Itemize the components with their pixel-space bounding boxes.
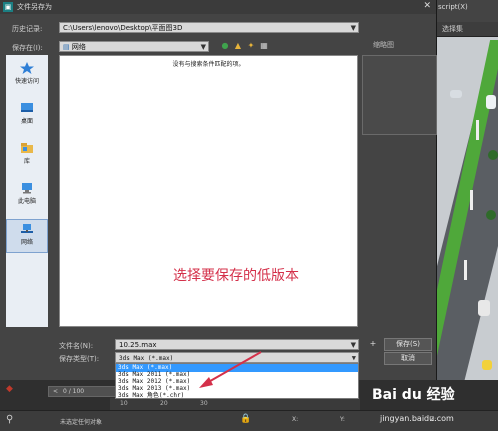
scene-viewport[interactable]: script(X) 选择集 (436, 0, 498, 388)
ruler-tick: 30 (200, 400, 208, 407)
x-coord-label: X: (292, 416, 299, 423)
network-small-icon: ▤ (63, 43, 72, 51)
menu-bar-fragment: script(X) (436, 0, 498, 23)
place-label: 库 (23, 158, 30, 165)
filetype-label: 保存类型(T): (59, 355, 100, 363)
app-icon: ▣ (3, 2, 13, 12)
chevron-down-icon[interactable]: ▼ (351, 340, 356, 351)
thumbnail-label: 缩略图 (373, 41, 394, 49)
status-text: 未选定任何对象 (60, 419, 103, 426)
filetype-value: 3ds Max (*.max) (119, 355, 174, 362)
ruler-tick: 10 (120, 400, 128, 407)
desktop-icon (21, 103, 33, 112)
view-menu-icon[interactable]: ▦ (259, 41, 269, 51)
menu-script[interactable]: script(X) (438, 3, 468, 11)
car-model (482, 360, 492, 370)
place-desktop[interactable]: 桌面 (6, 99, 48, 131)
dialog-title: 文件另存为 (17, 3, 52, 11)
lane-marking (464, 260, 467, 280)
computer-icon (22, 183, 32, 194)
save-in-label: 保存在(I): (12, 44, 43, 52)
save-in-combobox[interactable]: ▤ 网络 ▼ (59, 41, 209, 52)
place-label: 网络 (20, 239, 33, 246)
place-quick-access[interactable]: 快速访问 (6, 59, 48, 91)
history-value: C:\Users\lenovo\Desktop\平面图3D (63, 24, 183, 32)
dialog-titlebar[interactable]: ▣ 文件另存为 ✕ (0, 0, 436, 14)
library-icon (21, 143, 33, 153)
ruler-tick: 20 (160, 400, 168, 407)
toolbar-fragment: 选择集 (436, 22, 498, 37)
key-icon[interactable]: ◆ (6, 384, 13, 394)
tree-model (486, 210, 496, 220)
car-model (478, 300, 490, 316)
annotation-text: 选择要保存的低版本 (173, 268, 299, 284)
save-as-dialog: ▣ 文件另存为 ✕ 历史记录: C:\Users\lenovo\Desktop\… (0, 0, 437, 380)
back-icon[interactable]: ● (220, 41, 230, 51)
chevron-down-icon[interactable]: ▼ (201, 42, 206, 53)
increment-button[interactable]: + (368, 339, 378, 349)
time-slider-arrow-icon: < (53, 388, 59, 395)
car-model (450, 90, 462, 98)
maxscript-icon[interactable]: ⚲ (6, 414, 13, 425)
watermark-url: jingyan.baidu.com (380, 414, 454, 423)
chevron-down-icon[interactable]: ▼ (351, 23, 356, 34)
tree-model (488, 150, 498, 160)
network-icon (21, 224, 33, 233)
thumbnail-preview (362, 55, 437, 135)
time-slider[interactable]: < 0 / 100 (48, 386, 118, 397)
place-label: 桌面 (20, 118, 33, 125)
place-library[interactable]: 库 (6, 139, 48, 171)
place-label: 此电脑 (17, 198, 36, 205)
up-folder-icon[interactable]: ▲ (233, 41, 243, 51)
baidu-logo: Bai du 经验 (372, 387, 455, 403)
annotation-arrow-icon (199, 351, 262, 388)
filetype-option[interactable]: 3ds Max 角色(*.chr) (116, 392, 358, 400)
lock-icon[interactable]: 🔒 (240, 414, 251, 424)
filename-label: 文件名(N): (59, 342, 94, 350)
place-this-pc[interactable]: 此电脑 (6, 179, 48, 211)
lane-marking (470, 190, 473, 210)
place-network[interactable]: 网络 (6, 219, 48, 253)
place-label: 快速访问 (14, 78, 39, 85)
empty-message: 没有与搜索条件匹配的项。 (172, 61, 245, 68)
y-coord-label: Y: (340, 416, 345, 423)
history-combobox[interactable]: C:\Users\lenovo\Desktop\平面图3D ▼ (59, 22, 359, 33)
selection-set-field[interactable]: 选择集 (442, 24, 463, 34)
places-bar: 快速访问 桌面 库 此电脑 网络 (6, 55, 48, 327)
cancel-button[interactable]: 取消 (384, 352, 432, 365)
history-label: 历史记录: (12, 25, 43, 33)
filename-value: 10.25.max (119, 341, 157, 349)
save-in-value: 网络 (71, 43, 86, 51)
star-icon (20, 62, 34, 74)
file-list[interactable]: 没有与搜索条件匹配的项。 (59, 55, 358, 327)
save-button[interactable]: 保存(S) (384, 338, 432, 351)
close-icon[interactable]: ✕ (423, 1, 431, 11)
car-model (486, 95, 496, 109)
frame-range: 0 / 100 (63, 388, 85, 395)
filename-input[interactable]: 10.25.max ▼ (115, 339, 359, 350)
new-folder-icon[interactable]: ✦ (246, 41, 256, 51)
lane-marking (476, 120, 479, 140)
